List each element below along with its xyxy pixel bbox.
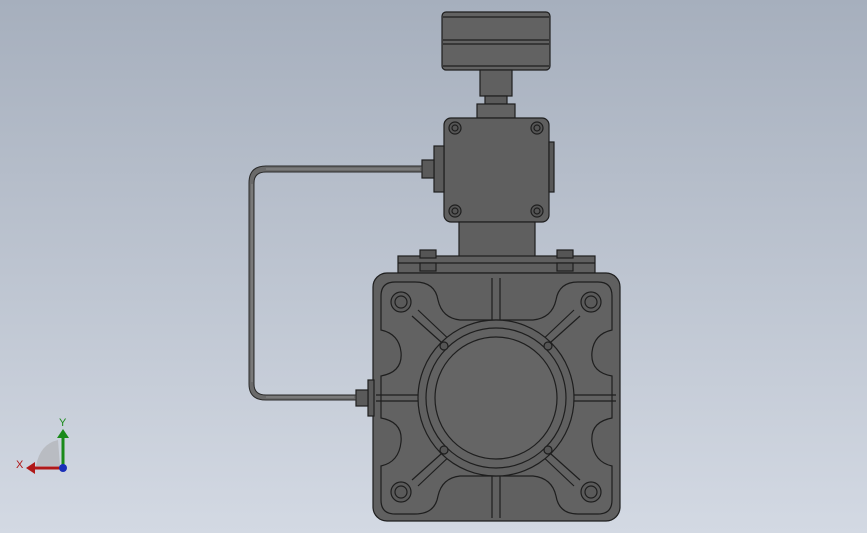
- cad-canvas[interactable]: Y X: [0, 0, 867, 533]
- corner-bolt: [390, 291, 412, 313]
- x-axis-label: X: [16, 459, 24, 471]
- z-axis-dot: [59, 464, 67, 472]
- housing-neck[interactable]: [458, 221, 536, 259]
- y-axis-label: Y: [59, 417, 67, 429]
- corner-bolt: [580, 481, 602, 503]
- motor-cap[interactable]: [441, 11, 551, 71]
- corner-bolt: [390, 481, 412, 503]
- corner-bolt: [580, 291, 602, 313]
- main-gear-housing[interactable]: [355, 272, 621, 522]
- motor-shaft[interactable]: [476, 69, 516, 119]
- cad-viewport[interactable]: Y X: [0, 0, 867, 533]
